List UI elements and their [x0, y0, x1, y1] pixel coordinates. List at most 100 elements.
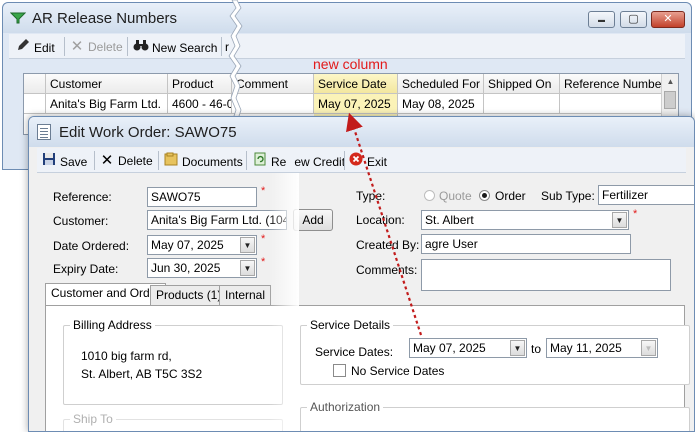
ship-to-title: Ship To: [70, 412, 116, 426]
pencil-icon: [15, 38, 31, 57]
table-cell-shipped-on[interactable]: [484, 94, 560, 114]
grid-row-selector[interactable]: [24, 94, 46, 114]
document-icon: [37, 124, 51, 140]
edit-button[interactable]: Edit: [15, 38, 55, 56]
comments-textarea[interactable]: [421, 259, 671, 291]
save-button[interactable]: Save: [41, 152, 87, 170]
delete-work-order-button[interactable]: ✕ Delete: [99, 152, 153, 170]
service-details-title: Service Details: [307, 318, 394, 332]
ar-titlebar[interactable]: AR Release Numbers ▬ ▢ ✕: [3, 3, 691, 33]
date-ordered-picker[interactable]: May 07, 2025 ▼: [147, 235, 257, 255]
edit-work-order-window: Edit Work Order: SAWO75 Save ✕ Delete Doc…: [28, 116, 695, 432]
toolbar-separator: [64, 37, 65, 56]
new-search-button[interactable]: New Search: [133, 38, 217, 56]
delete-button-label: Delete: [88, 40, 123, 54]
authorization-title: Authorization: [307, 400, 384, 414]
billing-address-title: Billing Address: [70, 318, 155, 332]
chevron-down-icon[interactable]: ▼: [510, 340, 525, 356]
delete-x-icon: ✕: [100, 152, 114, 169]
minimize-button[interactable]: ▬: [588, 11, 615, 28]
work-order-titlebar[interactable]: Edit Work Order: SAWO75: [29, 117, 694, 147]
table-cell-customer[interactable]: Anita's Big Farm Ltd.: [46, 94, 168, 114]
date-ordered-label: Date Ordered:: [53, 239, 130, 253]
documents-icon: [163, 152, 179, 171]
scroll-thumb[interactable]: [664, 91, 676, 109]
exit-button[interactable]: Exit: [348, 152, 387, 170]
location-label: Location:: [356, 213, 405, 227]
table-cell-reference-number[interactable]: [560, 94, 662, 114]
close-button[interactable]: ✕: [651, 11, 685, 28]
customer-label: Customer:: [53, 214, 109, 228]
service-details-group: Service Details Service Dates: May 07, 2…: [300, 318, 690, 385]
toolbar-separator: [158, 151, 159, 170]
work-order-title: Edit Work Order: SAWO75: [59, 124, 237, 141]
chevron-down-icon[interactable]: ▼: [240, 260, 255, 276]
chevron-down-icon[interactable]: ▼: [612, 212, 627, 228]
service-dates-label: Service Dates:: [315, 345, 394, 359]
type-order-radio[interactable]: [479, 190, 490, 201]
tab-internal[interactable]: Internal: [219, 285, 272, 305]
ship-to-group: Ship To: [63, 412, 283, 431]
no-service-dates-checkbox[interactable]: [333, 364, 346, 377]
tab-products[interactable]: Products (1): [150, 285, 228, 305]
scroll-up-icon[interactable]: ▲: [662, 74, 678, 90]
new-column-annotation: new column: [313, 56, 388, 72]
maximize-icon: ▢: [628, 13, 639, 25]
column-header-customer[interactable]: Customer: [46, 74, 168, 94]
expiry-date-value: Jun 30, 2025: [151, 261, 221, 275]
required-indicator: *: [633, 208, 638, 220]
no-service-dates-label: No Service Dates: [351, 364, 445, 378]
chevron-down-icon[interactable]: ▼: [641, 340, 656, 356]
exit-icon: [348, 152, 364, 171]
expiry-date-picker[interactable]: Jun 30, 2025 ▼: [147, 258, 257, 278]
reference-input[interactable]: SAWO75: [147, 187, 257, 207]
type-quote-radio[interactable]: [424, 190, 435, 201]
billing-address-line2: St. Albert, AB T5C 3S2: [81, 367, 203, 381]
add-customer-button[interactable]: Add: [293, 209, 333, 231]
renew-credit-label-tail: ew Credit: [294, 155, 346, 169]
ar-window-title: AR Release Numbers: [32, 10, 178, 27]
customer-input[interactable]: Anita's Big Farm Ltd. (1045: [147, 210, 287, 230]
toolbar-separator: [246, 151, 247, 170]
table-cell-scheduled-for[interactable]: May 08, 2025: [398, 94, 484, 114]
funnel-icon: [10, 12, 26, 24]
created-by-input: agre User: [421, 234, 631, 254]
service-date-to-picker[interactable]: May 11, 2025 ▼: [546, 338, 658, 358]
authorization-group: Authorization: [300, 400, 690, 431]
renew-credit-button[interactable]: Re ew Credit: [252, 152, 345, 170]
exit-label: Exit: [367, 155, 388, 169]
required-indicator: *: [261, 256, 266, 268]
grid-row-selector-header: [24, 74, 46, 94]
minimize-icon: ▬: [598, 17, 605, 24]
required-indicator: *: [261, 233, 266, 245]
column-header-service-date[interactable]: Service Date: [314, 74, 398, 94]
date-ordered-value: May 07, 2025: [151, 238, 224, 252]
delete-x-icon: ✕: [70, 38, 84, 55]
service-date-to-value: May 11, 2025: [550, 341, 622, 355]
type-label: Type:: [356, 189, 386, 203]
chevron-down-icon[interactable]: ▼: [240, 237, 255, 253]
column-header-reference-number[interactable]: Reference Number: [560, 74, 662, 94]
delete-button[interactable]: ✕ Delete: [69, 38, 123, 56]
location-select[interactable]: St. Albert ▼: [421, 210, 629, 230]
save-button-label: Save: [60, 155, 88, 169]
column-header-shipped-on[interactable]: Shipped On: [484, 74, 560, 94]
documents-label: Documents: [182, 155, 243, 169]
floppy-disk-icon: [41, 152, 57, 171]
sub-type-select[interactable]: Fertilizer: [598, 185, 694, 205]
table-cell-service-date[interactable]: May 07, 2025: [314, 94, 398, 114]
billing-address-line1: 1010 big farm rd,: [81, 349, 172, 363]
renew-credit-label: Re: [271, 155, 287, 169]
torn-fade-decoration: [269, 173, 299, 431]
tab-customer-and-order[interactable]: Customer and Order: [45, 283, 167, 305]
edit-button-label: Edit: [34, 41, 55, 55]
type-quote-label: Quote: [439, 189, 472, 203]
maximize-button[interactable]: ▢: [620, 11, 647, 28]
created-by-label: Created By:: [356, 238, 420, 252]
documents-button[interactable]: Documents: [163, 152, 243, 170]
column-header-scheduled-for[interactable]: Scheduled For: [398, 74, 484, 94]
delete-work-order-label: Delete: [118, 154, 153, 168]
expiry-date-label: Expiry Date:: [53, 262, 119, 276]
service-date-from-picker[interactable]: May 07, 2025 ▼: [409, 338, 527, 358]
toolbar-separator: [127, 37, 128, 56]
